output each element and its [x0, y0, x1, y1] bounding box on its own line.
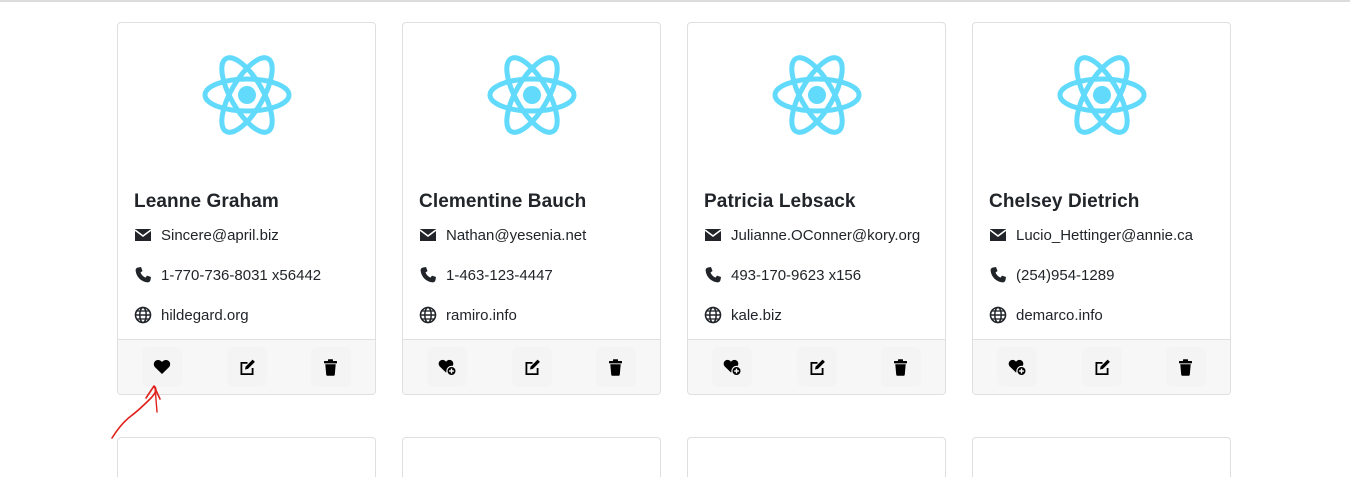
favorite-button[interactable]	[712, 347, 752, 387]
favorite-button[interactable]	[142, 347, 182, 387]
envelope-icon	[989, 226, 1007, 244]
delete-button[interactable]	[881, 347, 921, 387]
envelope-icon	[134, 226, 152, 244]
user-name: Clementine Bauch	[419, 191, 587, 212]
edit-button[interactable]	[797, 347, 837, 387]
user-website: ramiro.info	[446, 306, 517, 324]
user-card-partial	[972, 437, 1231, 477]
heart-plus-icon	[1008, 359, 1026, 376]
user-phone: 1-463-123-4447	[446, 266, 553, 284]
user-email: Nathan@yesenia.net	[446, 226, 587, 244]
envelope-icon	[704, 226, 722, 244]
user-card: Clementine Bauch Nathan@yesenia.net 1-46…	[402, 22, 661, 395]
phone-row: (254)954-1289	[989, 265, 1114, 285]
edit-button[interactable]	[1082, 347, 1122, 387]
card-footer	[688, 339, 945, 394]
user-card: Leanne Graham Sincere@april.biz 1-770-73…	[117, 22, 376, 395]
globe-icon	[704, 306, 722, 324]
user-card: Chelsey Dietrich Lucio_Hettinger@annie.c…	[972, 22, 1231, 395]
user-name: Chelsey Dietrich	[989, 191, 1140, 212]
card-footer	[118, 339, 375, 394]
delete-button[interactable]	[596, 347, 636, 387]
edit-icon	[1095, 359, 1110, 375]
user-phone: 493-170-9623 x156	[731, 266, 862, 284]
phone-row: 1-770-736-8031 x56442	[134, 265, 321, 285]
trash-icon	[609, 359, 622, 376]
website-row: kale.biz	[704, 305, 782, 325]
email-row: Lucio_Hettinger@annie.ca	[989, 225, 1193, 245]
trash-icon	[324, 359, 337, 376]
globe-icon	[134, 306, 152, 324]
envelope-icon	[419, 226, 437, 244]
heart-plus-icon	[438, 359, 456, 376]
phone-icon	[704, 266, 722, 284]
user-email: Lucio_Hettinger@annie.ca	[1016, 226, 1194, 244]
user-name: Leanne Graham	[134, 191, 279, 212]
user-name: Patricia Lebsack	[704, 191, 856, 212]
user-website: demarco.info	[1016, 306, 1103, 324]
phone-icon	[989, 266, 1007, 284]
favorite-button[interactable]	[997, 347, 1037, 387]
edit-button[interactable]	[512, 347, 552, 387]
user-card-partial	[117, 437, 376, 477]
edit-icon	[240, 359, 255, 375]
user-website: kale.biz	[731, 306, 782, 324]
website-row: hildegard.org	[134, 305, 249, 325]
website-row: ramiro.info	[419, 305, 517, 325]
heart-filled-icon	[153, 359, 171, 374]
react-logo-icon	[485, 53, 579, 137]
user-website: hildegard.org	[161, 306, 249, 324]
trash-icon	[894, 359, 907, 376]
user-phone: 1-770-736-8031 x56442	[161, 266, 322, 284]
card-footer	[403, 339, 660, 394]
top-divider	[0, 0, 1350, 2]
edit-icon	[810, 359, 825, 375]
user-email: Sincere@april.biz	[161, 226, 279, 244]
globe-icon	[419, 306, 437, 324]
email-row: Sincere@april.biz	[134, 225, 279, 245]
user-phone: (254)954-1289	[1016, 266, 1115, 284]
react-logo-icon	[1055, 53, 1149, 137]
react-logo-icon	[200, 53, 294, 137]
phone-row: 493-170-9623 x156	[704, 265, 861, 285]
edit-button[interactable]	[227, 347, 267, 387]
user-card: Patricia Lebsack Julianne.OConner@kory.o…	[687, 22, 946, 395]
phone-icon	[134, 266, 152, 284]
email-row: Julianne.OConner@kory.org	[704, 225, 920, 245]
edit-icon	[525, 359, 540, 375]
user-card-partial	[687, 437, 946, 477]
delete-button[interactable]	[311, 347, 351, 387]
react-logo-icon	[770, 53, 864, 137]
website-row: demarco.info	[989, 305, 1103, 325]
user-card-partial	[402, 437, 661, 477]
email-row: Nathan@yesenia.net	[419, 225, 586, 245]
trash-icon	[1179, 359, 1192, 376]
favorite-button[interactable]	[427, 347, 467, 387]
delete-button[interactable]	[1166, 347, 1206, 387]
user-email: Julianne.OConner@kory.org	[731, 226, 921, 244]
globe-icon	[989, 306, 1007, 324]
phone-row: 1-463-123-4447	[419, 265, 553, 285]
card-footer	[973, 339, 1230, 394]
phone-icon	[419, 266, 437, 284]
heart-plus-icon	[723, 359, 741, 376]
